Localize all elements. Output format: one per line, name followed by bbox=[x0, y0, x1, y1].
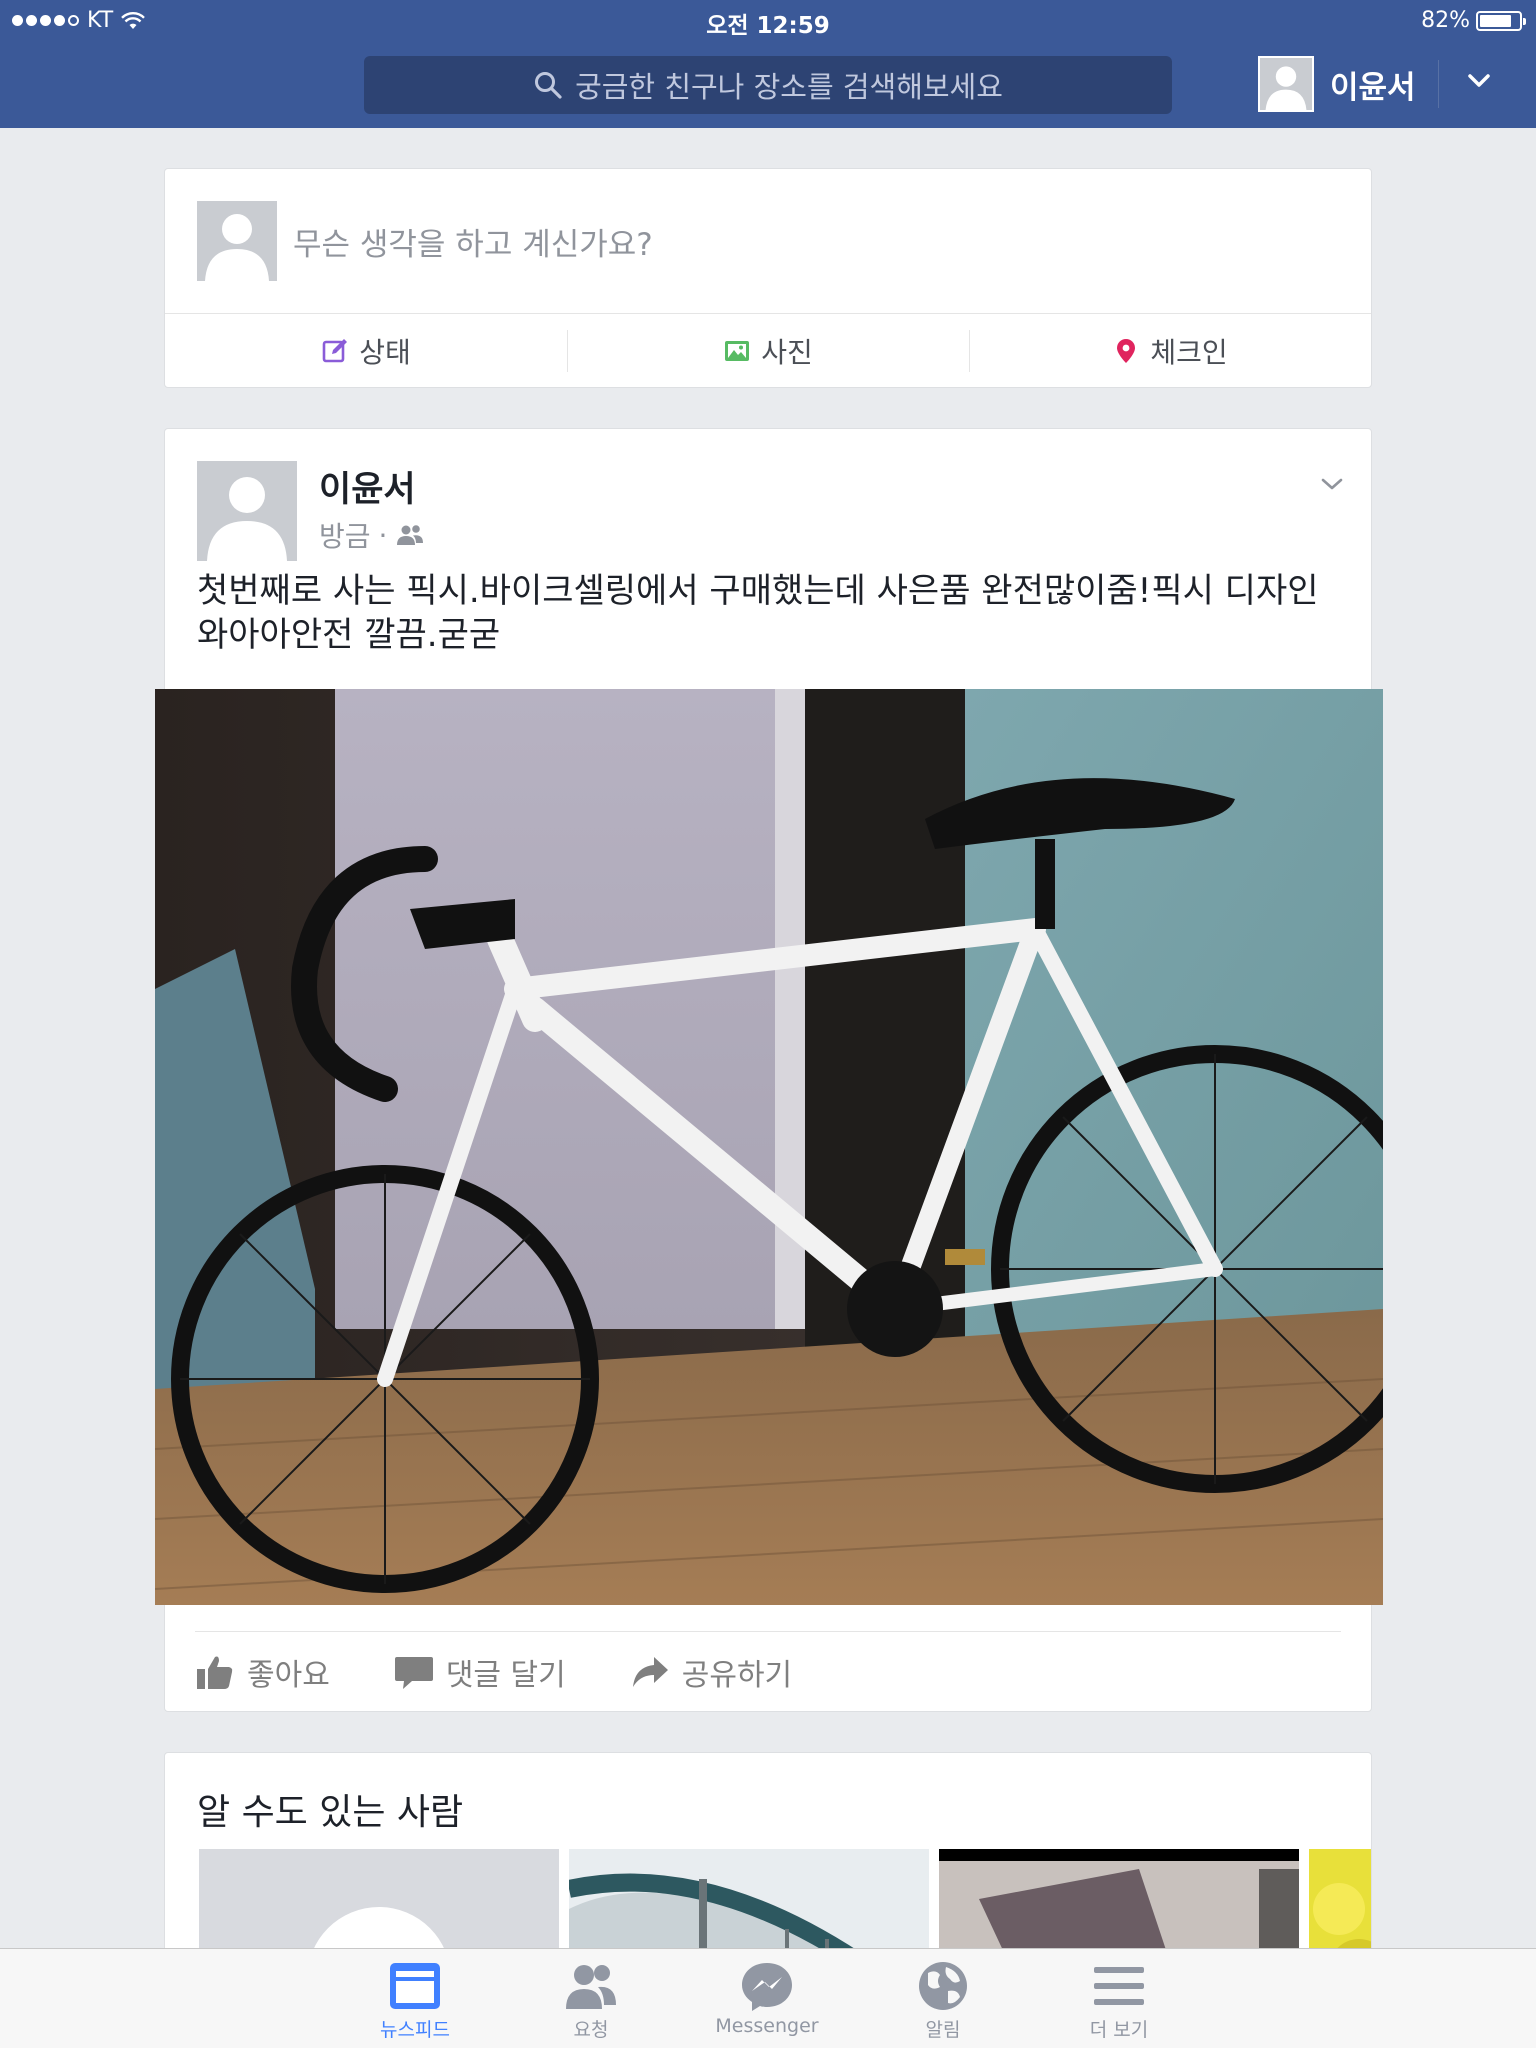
header-divider bbox=[1438, 60, 1439, 108]
friend-requests-icon bbox=[566, 1965, 616, 2009]
comment-icon bbox=[394, 1657, 433, 1689]
battery-percent: 82% bbox=[1421, 8, 1470, 33]
composer-actions: 상태 사진 체크인 bbox=[165, 314, 1371, 388]
chevron-down-icon[interactable] bbox=[1464, 66, 1494, 96]
meta-separator: · bbox=[378, 518, 388, 552]
search-input[interactable]: 궁금한 친구나 장소를 검색해보세요 bbox=[364, 56, 1172, 114]
header-user-name[interactable]: 이윤서 bbox=[1330, 62, 1416, 107]
search-icon bbox=[535, 72, 562, 99]
pymk-title: 알 수도 있는 사람 bbox=[197, 1792, 464, 1833]
photo-button[interactable]: 사진 bbox=[567, 314, 969, 388]
status-right: 82% bbox=[1421, 8, 1526, 33]
tab-more[interactable]: 더 보기 bbox=[1059, 1959, 1179, 2042]
post-actions: 좋아요 댓글 달기 공유하기 bbox=[195, 1639, 792, 1705]
messenger-icon bbox=[742, 1963, 792, 2011]
post-card: 이윤서 방금 · 첫번째로 사는 픽시.바이크셀링에서 구매했는데 사은품 완전… bbox=[155, 428, 1383, 1712]
tab-messenger-label: Messenger bbox=[715, 2015, 819, 2037]
checkin-button[interactable]: 체크인 bbox=[969, 314, 1371, 388]
tab-more-label: 더 보기 bbox=[1089, 2019, 1149, 2041]
tab-friend-requests[interactable]: 요청 bbox=[531, 1959, 651, 2042]
checkin-button-label: 체크인 bbox=[1150, 336, 1228, 369]
post-author-name[interactable]: 이윤서 bbox=[319, 461, 416, 512]
bicycle-photo bbox=[155, 689, 1383, 1605]
share-icon bbox=[632, 1657, 668, 1687]
divider bbox=[195, 1631, 1341, 1632]
globe-icon bbox=[919, 1962, 967, 2010]
post-timestamp[interactable]: 방금 bbox=[319, 515, 371, 555]
photo-button-label: 사진 bbox=[761, 336, 813, 369]
edit-icon bbox=[322, 339, 348, 363]
location-pin-icon bbox=[1117, 339, 1136, 363]
tab-newsfeed[interactable]: 뉴스피드 bbox=[355, 1959, 475, 2042]
friends-icon bbox=[397, 525, 424, 545]
like-button[interactable]: 좋아요 bbox=[195, 1650, 330, 1694]
status-bar: KT 오전 12:59 82% bbox=[0, 0, 1536, 40]
tab-notifications-label: 알림 bbox=[925, 2019, 961, 2041]
status-time: 오전 12:59 bbox=[706, 13, 830, 39]
share-button-label: 공유하기 bbox=[681, 1658, 793, 1693]
tab-friend-requests-label: 요청 bbox=[573, 2019, 609, 2041]
composer-avatar bbox=[197, 201, 277, 281]
tab-notifications[interactable]: 알림 bbox=[883, 1959, 1003, 2042]
status-button[interactable]: 상태 bbox=[165, 314, 567, 388]
composer-card: 무슨 생각을 하고 계신가요? 상태 사진 체크인 bbox=[164, 168, 1372, 388]
menu-icon bbox=[1094, 1967, 1144, 2005]
comment-button-label: 댓글 달기 bbox=[445, 1658, 566, 1693]
post-options-chevron-icon[interactable] bbox=[1317, 469, 1347, 499]
search-placeholder: 궁금한 친구나 장소를 검색해보세요 bbox=[575, 70, 1003, 104]
newsfeed-icon bbox=[390, 1963, 440, 2009]
share-button[interactable]: 공유하기 bbox=[630, 1650, 792, 1694]
status-button-label: 상태 bbox=[359, 336, 411, 369]
battery-icon bbox=[1476, 10, 1526, 31]
post-meta: 방금 · bbox=[319, 515, 425, 555]
composer-input[interactable]: 무슨 생각을 하고 계신가요? bbox=[293, 219, 653, 264]
post-text: 첫번째로 사는 픽시.바이크셀링에서 구매했는데 사은품 완전많이줌!픽시 디자… bbox=[197, 571, 1319, 655]
like-icon bbox=[197, 1656, 233, 1689]
top-navigation-bar: KT 오전 12:59 82% 궁금한 친구나 장소를 검색해보세요 이윤서 bbox=[0, 0, 1536, 128]
comment-button[interactable]: 댓글 달기 bbox=[394, 1650, 566, 1694]
bottom-tab-bar: 뉴스피드 요청 Messenger 알림 더 보기 bbox=[0, 1948, 1536, 2048]
post-photo[interactable] bbox=[155, 689, 1383, 1605]
tab-newsfeed-label: 뉴스피드 bbox=[380, 2019, 450, 2041]
post-author-avatar[interactable] bbox=[197, 461, 297, 561]
tab-messenger[interactable]: Messenger bbox=[707, 1959, 827, 2037]
like-button-label: 좋아요 bbox=[247, 1658, 330, 1693]
header-avatar[interactable] bbox=[1258, 56, 1314, 112]
photo-icon bbox=[725, 341, 750, 361]
